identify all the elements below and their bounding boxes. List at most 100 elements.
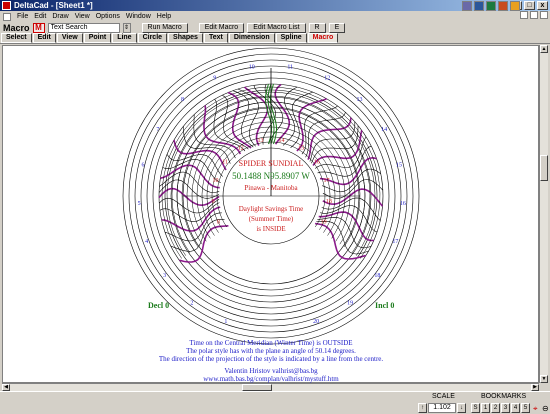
inner-hour-label: 13: [258, 138, 264, 144]
outer-hour-label: 7: [156, 127, 159, 133]
tab-line[interactable]: Line: [112, 33, 137, 43]
scroll-left-icon[interactable]: ◀: [2, 384, 10, 391]
outer-hour-label: 19: [347, 301, 353, 307]
menu-window[interactable]: Window: [126, 13, 151, 20]
outer-hour-label: 1: [224, 319, 227, 325]
inner-hour-label: 16: [314, 160, 320, 166]
menu-file[interactable]: File: [17, 13, 28, 20]
inner-hour-label: 14: [279, 138, 285, 144]
inner-hour-label: 11: [222, 160, 228, 166]
bookmark-5[interactable]: 5: [521, 403, 530, 413]
daylight-line-1: Daylight Savings Time: [239, 205, 304, 213]
excel-icon[interactable]: [486, 1, 496, 11]
decl-label: Decl 0: [148, 301, 169, 310]
scale-down-icon[interactable]: ↓: [457, 403, 466, 413]
e-button[interactable]: E: [328, 22, 346, 33]
tab-dimension[interactable]: Dimension: [228, 33, 275, 43]
menu-help[interactable]: Help: [157, 13, 171, 20]
daylight-line-2: (Summer Time): [249, 215, 294, 223]
tab-shapes[interactable]: Shapes: [168, 33, 203, 43]
run-macro-button[interactable]: Run Macro: [141, 22, 188, 33]
vertical-scrollbar[interactable]: ▲ ▼: [539, 45, 548, 383]
child-restore-icon[interactable]: [530, 11, 538, 19]
window-title: DeltaCad - [Sheet1 *]: [14, 1, 93, 10]
macro-m-icon[interactable]: M: [32, 22, 45, 33]
hour-labels: 12345678910 11121314151617181920891011121…: [138, 64, 406, 325]
outer-hour-label: 14: [381, 127, 387, 133]
outer-hour-label: 18: [374, 273, 380, 279]
tab-text[interactable]: Text: [203, 33, 228, 43]
app-icon: [2, 1, 11, 10]
bookmark-1[interactable]: 1: [481, 403, 490, 413]
tab-select[interactable]: Select: [1, 33, 32, 43]
scroll-right-icon[interactable]: ▶: [531, 384, 539, 391]
edit-macro-list-button[interactable]: Edit Macro List: [247, 22, 306, 33]
tab-edit[interactable]: Edit: [32, 33, 56, 43]
status-bar: SCALE ↑ 1.102 ↓ BOOKMARKS S 1 2 3 4 5 ⌖ …: [0, 391, 550, 413]
explorer-icon[interactable]: [510, 1, 520, 11]
sundial-drawing: 12345678910 11121314151617181920891011121…: [122, 47, 420, 383]
footer-line-4: Valentin Hristov valhrist@bas.bg: [224, 367, 318, 375]
inner-hour-label: 8: [217, 220, 220, 226]
bookmark-3[interactable]: 3: [501, 403, 510, 413]
inner-hour-label: 9: [212, 199, 215, 205]
search-spinner[interactable]: ⇕: [122, 22, 131, 33]
maximize-button[interactable]: □: [524, 1, 535, 10]
scale-up-icon[interactable]: ↑: [418, 403, 427, 413]
quick-launch-icons: [462, 1, 520, 11]
outer-hour-label: 10: [249, 64, 255, 70]
word-icon[interactable]: [474, 1, 484, 11]
zoom-out-icon[interactable]: ⊖: [542, 404, 549, 413]
minute-line: [315, 136, 367, 169]
footer-line-2: The polar style has with the plane an an…: [186, 347, 356, 355]
tab-spline[interactable]: Spline: [275, 33, 307, 43]
outer-hour-label: 2: [190, 301, 193, 307]
scale-value[interactable]: 1.102: [428, 403, 456, 413]
inner-hour-label: 18: [326, 199, 332, 205]
horizontal-scrollbar[interactable]: ◀ ▶: [2, 383, 539, 391]
inner-hour-label: 15: [298, 146, 304, 152]
powerpoint-icon[interactable]: [498, 1, 508, 11]
child-close-icon[interactable]: [540, 11, 548, 19]
tab-circle[interactable]: Circle: [137, 33, 168, 43]
document-icon: [3, 12, 11, 21]
bookmarks-label: BOOKMARKS: [481, 393, 527, 400]
outer-hour-label: 5: [138, 201, 141, 207]
close-button[interactable]: x: [537, 1, 548, 10]
outer-hour-label: 11: [287, 64, 293, 70]
menu-edit[interactable]: Edit: [34, 13, 46, 20]
child-minimize-icon[interactable]: [520, 11, 528, 19]
menu-options[interactable]: Options: [96, 13, 120, 20]
footer-line-5: www.math.bas.bg/complan/valhrist/mystuff…: [203, 375, 339, 383]
outer-hour-label: 8: [181, 97, 184, 103]
vertical-scroll-thumb[interactable]: [540, 155, 548, 181]
tab-view[interactable]: View: [56, 33, 83, 43]
menu-view[interactable]: View: [75, 13, 90, 20]
horizontal-scroll-thumb[interactable]: [242, 384, 272, 391]
outer-hour-label: 17: [392, 239, 398, 245]
tool-tabs: Select Edit View Point Line Circle Shape…: [0, 33, 550, 44]
outer-hour-label: 6: [142, 163, 145, 169]
tab-macro[interactable]: Macro: [307, 33, 339, 43]
r-button[interactable]: R: [308, 22, 326, 33]
scroll-up-icon[interactable]: ▲: [540, 45, 548, 53]
edit-macro-button[interactable]: Edit Macro: [198, 22, 245, 33]
outer-hour-label: 9: [213, 76, 216, 82]
outer-hour-label: 12: [324, 76, 330, 82]
outer-hour-label: 13: [357, 97, 363, 103]
scale-label: SCALE: [432, 393, 455, 400]
bookmark-4[interactable]: 4: [511, 403, 520, 413]
tab-point[interactable]: Point: [83, 33, 112, 43]
bookmark-2[interactable]: 2: [491, 403, 500, 413]
drawing-canvas[interactable]: 1 2 3 4 5 6 7 8 9 10 11 12 13 14 15 16 17 18 19 20 8 9 10 11 12 1…: [2, 45, 539, 383]
outer-hour-label: 3: [163, 273, 166, 279]
dial-title: SPIDER SUNDIAL: [239, 159, 304, 168]
menu-draw[interactable]: Draw: [52, 13, 68, 20]
outer-hour-label: 4: [145, 239, 148, 245]
text-search-input[interactable]: [47, 22, 120, 33]
hour-line: [158, 187, 220, 207]
bookmark-s[interactable]: S: [471, 403, 480, 413]
menu-bar: File Edit Draw View Options Window Help: [0, 11, 550, 22]
scroll-down-icon[interactable]: ▼: [540, 375, 548, 383]
app-shortcut-icon[interactable]: [462, 1, 472, 11]
